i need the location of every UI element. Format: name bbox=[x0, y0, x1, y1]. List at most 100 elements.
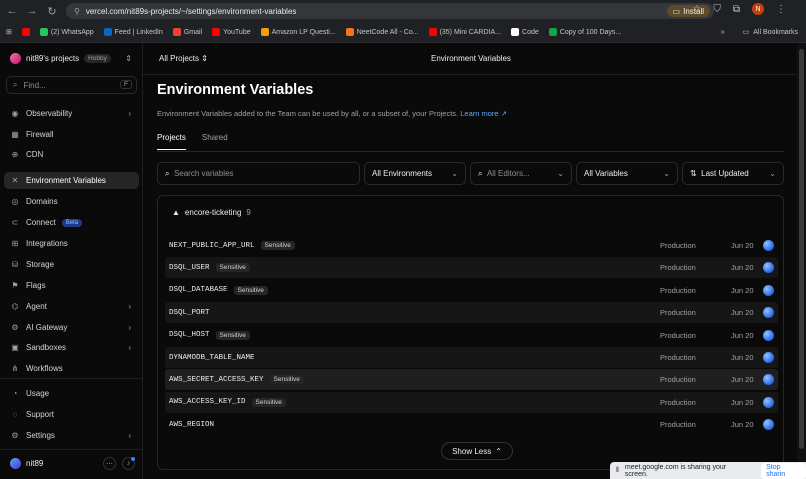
project-switcher[interactable]: All Projects ⇕ bbox=[159, 54, 208, 63]
learn-more-link[interactable]: Learn more ↗ bbox=[460, 109, 507, 118]
sidebar-item-usage[interactable]: ◔ Usage bbox=[4, 385, 139, 402]
collapse-icon: ▲ bbox=[172, 208, 180, 217]
forward-icon[interactable]: → bbox=[24, 3, 40, 19]
sidebar-item-ai-gateway[interactable]: ⚙ AI Gateway › bbox=[4, 319, 139, 336]
avatar[interactable] bbox=[763, 307, 774, 319]
table-row[interactable]: AWS_SECRET_ACCESS_KEY Sensitive Production… bbox=[165, 369, 778, 391]
environment-select[interactable]: All Environments ⌄ bbox=[364, 162, 466, 185]
variables-select[interactable]: All Variables ⌄ bbox=[576, 162, 678, 185]
scrollbar[interactable] bbox=[797, 43, 806, 479]
table-row[interactable]: NEXT_PUBLIC_APP_URL Sensitive Production Ju… bbox=[165, 235, 778, 256]
avatar[interactable] bbox=[763, 329, 774, 341]
pause-icon: ‖ bbox=[616, 467, 619, 474]
avatar[interactable] bbox=[763, 262, 774, 274]
avatar bbox=[10, 458, 21, 469]
bookmark-item[interactable]: Feed | LinkedIn bbox=[103, 28, 163, 36]
bookmark-label: (35) Mini CARDIA... bbox=[439, 28, 502, 36]
chevron-right-icon: › bbox=[128, 343, 131, 352]
table-row[interactable]: DSQL_HOST Sensitive Production Jun 20 bbox=[165, 325, 778, 346]
reload-icon[interactable]: ↻ bbox=[44, 3, 60, 19]
bookmark-item[interactable]: YouTube bbox=[212, 28, 251, 36]
all-bookmarks[interactable]: » ▭ All Bookmarks bbox=[721, 28, 798, 37]
extensions-icon[interactable]: ⧉ bbox=[733, 4, 740, 15]
tab-projects[interactable]: Projects bbox=[157, 133, 186, 150]
sidebar-item-integrations[interactable]: ⊞ Integrations bbox=[4, 235, 139, 252]
table-row[interactable]: DSQL_USER Sensitive Production Jun 20 bbox=[165, 257, 778, 279]
bell-icon[interactable]: ♪ bbox=[122, 457, 135, 470]
bookmark-favicon-icon bbox=[172, 28, 181, 36]
avatar[interactable] bbox=[763, 396, 774, 408]
sidebar-item-label: Connect bbox=[26, 218, 56, 227]
bookmark-favicon-icon bbox=[345, 28, 354, 36]
bookmark-item[interactable]: (2) WhatsApp bbox=[39, 28, 94, 36]
table-row[interactable]: AWS_REGION Production Jun 20 bbox=[165, 414, 778, 435]
bookmark-item[interactable]: Amazon LP Questi... bbox=[260, 28, 336, 36]
sidebar-item-cdn[interactable]: ⊕ CDN bbox=[4, 146, 139, 163]
menu-icon[interactable]: ⋮ bbox=[776, 4, 786, 15]
table-row[interactable]: DYNAMODB_TABLE_NAME Production Jun 20 bbox=[165, 347, 778, 368]
sidebar-item-support[interactable]: ◌ Support bbox=[4, 406, 139, 423]
variable-key: AWS_SECRET_ACCESS_KEY bbox=[169, 375, 264, 384]
search-input[interactable]: ⌕ Search variables bbox=[157, 162, 360, 185]
sort-value: Last Updated bbox=[701, 169, 749, 178]
chevron-updown-icon[interactable]: ⇕ bbox=[125, 54, 132, 63]
sidebar-item-connect[interactable]: ⊂ Connect Beta bbox=[4, 214, 139, 231]
avatar[interactable] bbox=[763, 284, 774, 296]
variable-environment: Production bbox=[660, 353, 696, 362]
variable-environment: Production bbox=[660, 397, 696, 407]
avatar[interactable] bbox=[763, 240, 774, 251]
bookmark-item[interactable]: Code bbox=[511, 28, 539, 36]
stop-sharing-button[interactable]: Stop sharin bbox=[761, 462, 806, 479]
sidebar-item-firewall[interactable]: ▦ Firewall bbox=[4, 126, 139, 143]
variables-group: ▲ encore-ticketing 9 Show Less ⌃ NEXT_PU… bbox=[157, 195, 784, 470]
team-switcher[interactable]: nit89's projects Hobby bbox=[10, 53, 111, 64]
editors-select[interactable]: ⌕ All Editors... ⌄ bbox=[470, 162, 572, 185]
folder-icon: ▭ bbox=[742, 29, 750, 36]
avatar[interactable] bbox=[763, 374, 774, 386]
search-placeholder: Search variables bbox=[173, 169, 234, 178]
shield-icon[interactable]: ⛉ bbox=[713, 4, 721, 15]
sidebar-item-sandboxes[interactable]: ▣ Sandboxes › bbox=[4, 339, 139, 356]
youtube-icon[interactable] bbox=[21, 28, 30, 36]
tab-shared[interactable]: Shared bbox=[202, 133, 228, 150]
bookmark-item[interactable]: Copy of 100 Days... bbox=[548, 28, 621, 36]
address-bar[interactable]: ⚲ vercel.com/nit89s-projects/~/settings/… bbox=[66, 3, 714, 19]
avatar[interactable] bbox=[763, 352, 774, 363]
find-input[interactable]: ⌕ Find... F bbox=[6, 76, 137, 94]
sidebar-item-domains[interactable]: ◎ Domains bbox=[4, 193, 139, 210]
site-info-icon[interactable]: ⚲ bbox=[74, 7, 80, 16]
scrollbar-thumb[interactable] bbox=[799, 49, 804, 449]
bookmark-item[interactable]: NeetCode All - Co... bbox=[345, 28, 419, 36]
sidebar-item-workflows[interactable]: ⋔ Workflows bbox=[4, 360, 139, 377]
usage-icon: ◔ bbox=[12, 389, 18, 398]
sidebar-item-settings[interactable]: ⚙ Settings › bbox=[4, 427, 139, 444]
sidebar-item-observability[interactable]: ◉ Observability › bbox=[4, 105, 139, 122]
bookmark-label: YouTube bbox=[223, 28, 251, 36]
sidebar-item-agent[interactable]: ⌬ Agent › bbox=[4, 298, 139, 315]
table-row[interactable]: DSQL_DATABASE Sensitive Production Jun 20 bbox=[165, 280, 778, 301]
show-less-button[interactable]: Show Less ⌃ bbox=[441, 442, 513, 460]
avatar[interactable] bbox=[763, 419, 774, 431]
bookmark-item[interactable]: (35) Mini CARDIA... bbox=[428, 28, 502, 36]
variable-date: Jun 20 bbox=[731, 353, 754, 362]
sidebar-item-label: Support bbox=[26, 410, 55, 419]
table-row[interactable]: AWS_ACCESS_KEY_ID Sensitive Production Jun … bbox=[165, 391, 778, 413]
profile-avatar[interactable]: N bbox=[752, 3, 764, 15]
flag-icon: ⚑ bbox=[11, 281, 19, 290]
apps-icon[interactable]: ⊞ bbox=[6, 28, 12, 36]
variable-environment: Production bbox=[660, 375, 696, 385]
sort-select[interactable]: ⇅ Last Updated ⌄ bbox=[682, 162, 784, 185]
chevron-right-icon: › bbox=[128, 302, 131, 311]
group-header[interactable]: ▲ encore-ticketing 9 bbox=[172, 208, 251, 217]
bookmark-star-icon[interactable]: ☆ bbox=[692, 4, 701, 15]
table-row[interactable]: DSQL_PORT Production Jun 20 bbox=[165, 302, 778, 324]
sidebar-item-flags[interactable]: ⚑ Flags bbox=[4, 277, 139, 294]
sidebar-item-environment-variables[interactable]: ✕ Environment Variables bbox=[4, 172, 139, 189]
back-icon[interactable]: ← bbox=[4, 3, 20, 19]
sensitive-badge: Sensitive bbox=[260, 241, 295, 250]
bookmark-item[interactable]: Gmail bbox=[172, 28, 202, 36]
more-icon[interactable]: ⋯ bbox=[103, 457, 116, 470]
user-menu[interactable]: nit89 bbox=[10, 458, 43, 469]
learn-more-label: Learn more bbox=[460, 109, 499, 118]
sidebar-item-storage[interactable]: ⛁ Storage bbox=[4, 256, 139, 273]
